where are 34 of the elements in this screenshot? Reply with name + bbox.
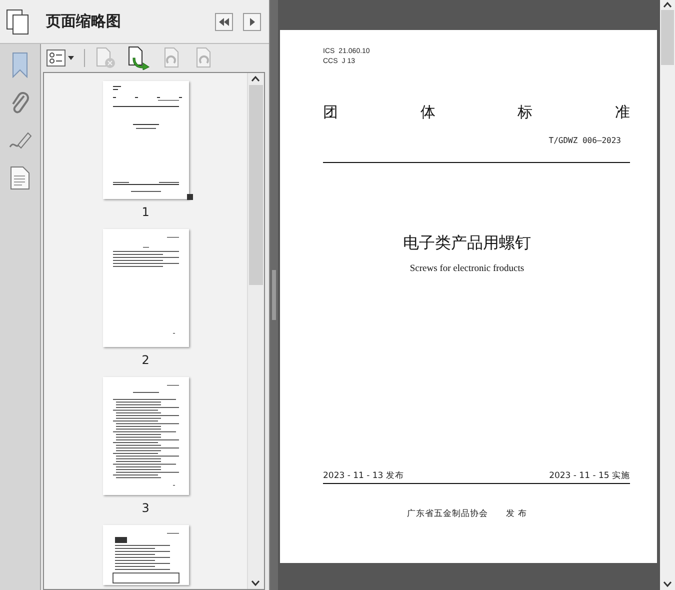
scroll-thumb[interactable] xyxy=(661,10,674,65)
expand-button[interactable] xyxy=(243,12,262,30)
page-number: 2 xyxy=(142,353,150,367)
publish-label: 发 布 xyxy=(506,508,527,520)
right-arrow-icon xyxy=(247,16,258,26)
insert-page-button[interactable] xyxy=(127,46,151,70)
scrollbar[interactable] xyxy=(660,0,675,590)
standard-type-char: 团 xyxy=(323,103,338,122)
scroll-thumb[interactable] xyxy=(249,85,264,285)
effective-date: 2023 - 11 - 15 实施 xyxy=(549,470,630,482)
page-number: 3 xyxy=(142,501,150,515)
document-title: 电子类产品用螺钉 xyxy=(403,233,531,254)
standard-type-char: 体 xyxy=(420,103,436,122)
caret-icon xyxy=(68,56,74,60)
page-thumbnail[interactable] xyxy=(102,81,189,199)
page-thumbnail[interactable] xyxy=(102,229,189,347)
publisher: 广东省五金制品协会 xyxy=(407,508,488,520)
issue-date: 2023 - 11 - 13 发布 xyxy=(323,470,404,482)
pages-icon xyxy=(6,8,30,34)
standard-type-char: 标 xyxy=(518,103,533,122)
double-left-arrow-icon xyxy=(218,16,230,26)
page-number: 1 xyxy=(142,205,150,219)
page-thumbnail[interactable] xyxy=(102,377,189,495)
options-menu-button[interactable] xyxy=(46,49,74,67)
splitter-handle[interactable] xyxy=(270,0,278,590)
collapse-button[interactable] xyxy=(215,12,234,30)
standard-number: T/GDWZ 006—2023 xyxy=(548,136,621,145)
scrollbar[interactable] xyxy=(247,73,264,589)
document-icon[interactable] xyxy=(10,166,30,190)
document-subtitle: Screws for electronic froducts xyxy=(410,264,524,274)
panel-title: 页面缩略图 xyxy=(46,12,122,31)
page-thumbnail[interactable] xyxy=(102,525,189,585)
paperclip-icon[interactable] xyxy=(10,92,30,116)
standard-type-char: 准 xyxy=(614,103,630,122)
